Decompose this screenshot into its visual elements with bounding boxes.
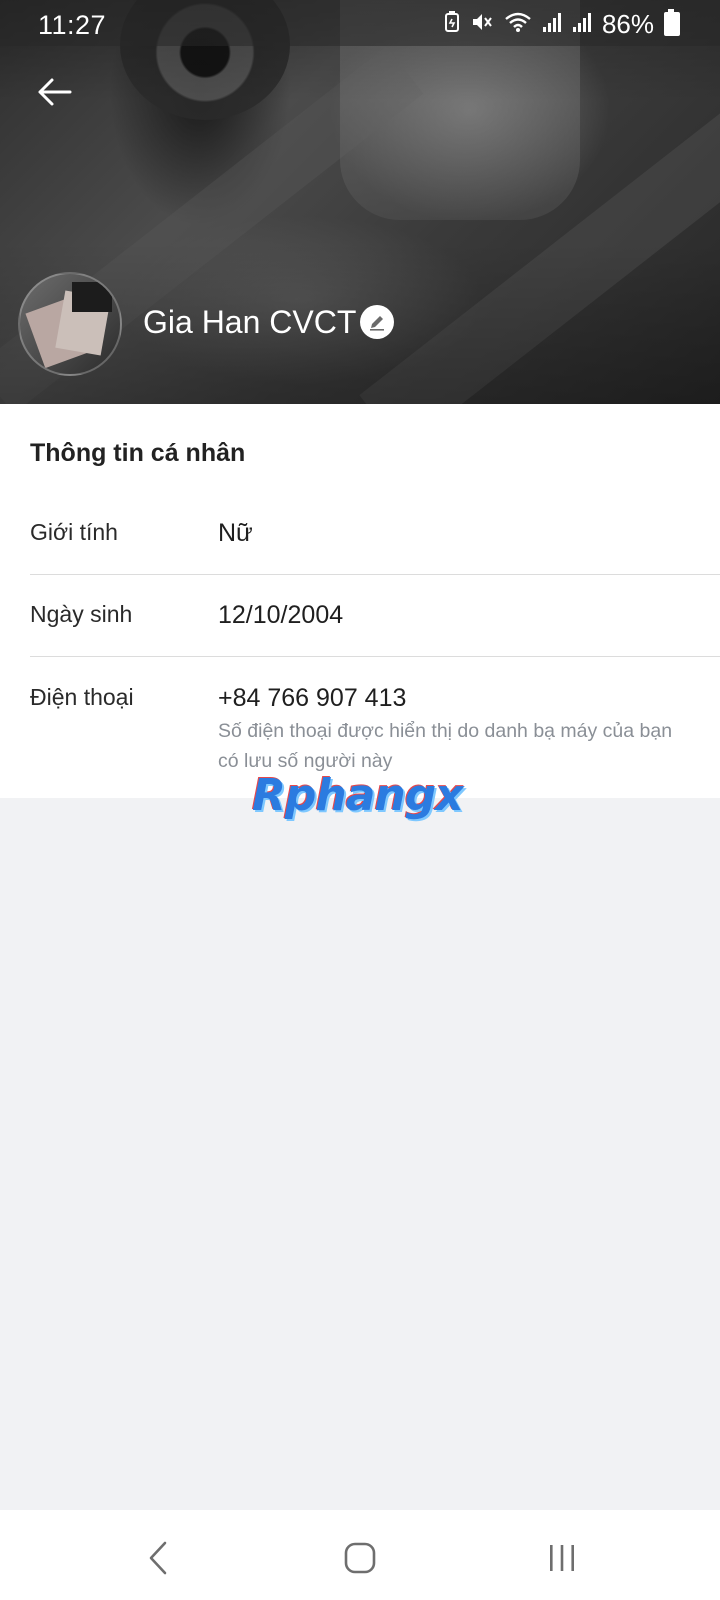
mute-icon bbox=[470, 9, 494, 40]
battery-percent: 86% bbox=[601, 8, 654, 39]
pencil-icon bbox=[370, 316, 384, 331]
wifi-icon bbox=[504, 9, 532, 40]
info-label: Giới tính bbox=[30, 519, 118, 545]
battery-icon bbox=[664, 9, 680, 36]
info-value: Nữ bbox=[218, 519, 253, 547]
status-icons: 86% bbox=[444, 8, 680, 40]
chevron-left-icon bbox=[149, 1541, 167, 1575]
edit-name-button[interactable] bbox=[360, 305, 394, 339]
signal-icon bbox=[572, 9, 592, 40]
back-button[interactable] bbox=[28, 66, 80, 118]
avatar[interactable] bbox=[18, 272, 122, 376]
system-nav-bar bbox=[0, 1510, 720, 1600]
phone-note: Số điện thoại được hiển thị do danh bạ m… bbox=[218, 720, 673, 772]
nav-recents-button[interactable] bbox=[532, 1538, 592, 1578]
phone-number[interactable]: +84 766 907 413 bbox=[218, 684, 406, 713]
home-square-icon bbox=[344, 1542, 376, 1574]
avatar-photo-detail bbox=[72, 282, 112, 312]
info-value: 12/10/2004 bbox=[218, 601, 344, 629]
section-title: Thông tin cá nhân bbox=[30, 439, 246, 467]
arrow-left-icon bbox=[38, 78, 72, 106]
info-label: Ngày sinh bbox=[30, 601, 133, 627]
watermark: Rphangx bbox=[252, 770, 464, 821]
status-bar: 11:27 86% bbox=[0, 0, 720, 46]
battery-saver-icon bbox=[444, 9, 460, 40]
divider bbox=[30, 656, 720, 657]
info-label: Điện thoại bbox=[30, 684, 134, 710]
nav-home-button[interactable] bbox=[330, 1538, 390, 1578]
divider bbox=[30, 574, 720, 575]
profile-name: Gia Han CVCT bbox=[143, 304, 357, 340]
personal-info-card: Thông tin cá nhân Giới tính Nữ Ngày sinh… bbox=[0, 404, 720, 798]
recents-icon bbox=[550, 1545, 574, 1571]
signal-icon bbox=[542, 9, 562, 40]
status-time: 11:27 bbox=[38, 10, 107, 40]
nav-back-button[interactable] bbox=[128, 1538, 188, 1578]
